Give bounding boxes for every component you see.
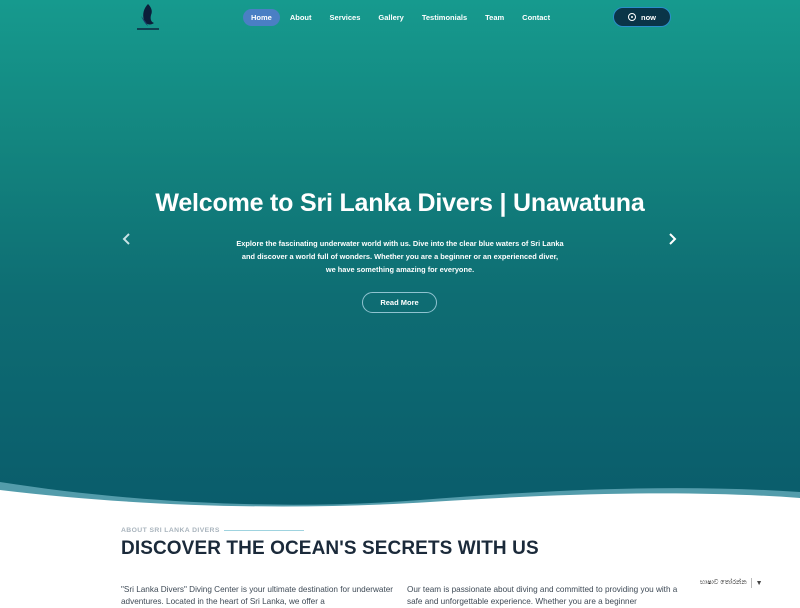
about-label: ABOUT SRI LANKA DIVERS bbox=[121, 527, 220, 534]
nav-item-testimonials[interactable]: Testimonials bbox=[414, 9, 475, 26]
hero-description: Explore the fascinating underwater world… bbox=[236, 239, 564, 274]
caret-down-icon: ▼ bbox=[755, 579, 763, 587]
divider bbox=[750, 578, 752, 588]
nav-item-team[interactable]: Team bbox=[477, 9, 512, 26]
chevron-right-icon bbox=[669, 233, 677, 245]
whatsapp-icon bbox=[628, 13, 636, 21]
chevron-left-icon bbox=[122, 233, 130, 245]
hero-section: Home About Services Gallery Testimonials… bbox=[0, 0, 800, 510]
language-label: භාෂාව තෝරන්න bbox=[700, 579, 747, 586]
read-more-button[interactable]: Read More bbox=[362, 292, 437, 313]
language-selector[interactable]: භාෂාව තෝරන්න ▼ bbox=[700, 576, 800, 590]
carousel-prev-button[interactable] bbox=[120, 231, 134, 247]
hero-title: Welcome to Sri Lanka Divers | Unawatuna bbox=[155, 189, 645, 217]
about-heading: DISCOVER THE OCEAN'S SECRETS WITH US bbox=[121, 538, 539, 559]
nav-item-home[interactable]: Home bbox=[243, 8, 280, 26]
divider bbox=[223, 530, 304, 531]
nav-item-contact[interactable]: Contact bbox=[514, 9, 558, 26]
nav-item-about[interactable]: About bbox=[282, 9, 320, 26]
hero-wave-divider bbox=[0, 482, 800, 510]
about-paragraph-2: Our team is passionate about diving and … bbox=[407, 585, 678, 606]
main-nav: Home About Services Gallery Testimonials… bbox=[243, 8, 560, 26]
carousel-next-button[interactable] bbox=[665, 231, 679, 247]
nav-item-services[interactable]: Services bbox=[322, 9, 369, 26]
about-section-label: ABOUT SRI LANKA DIVERS bbox=[121, 527, 304, 534]
nav-item-gallery[interactable]: Gallery bbox=[370, 9, 411, 26]
whatsapp-label: now bbox=[641, 12, 656, 22]
about-paragraph-1: "Sri Lanka Divers" Diving Center is your… bbox=[121, 585, 394, 606]
whatsapp-button[interactable]: now bbox=[613, 7, 671, 27]
logo[interactable] bbox=[133, 2, 163, 34]
